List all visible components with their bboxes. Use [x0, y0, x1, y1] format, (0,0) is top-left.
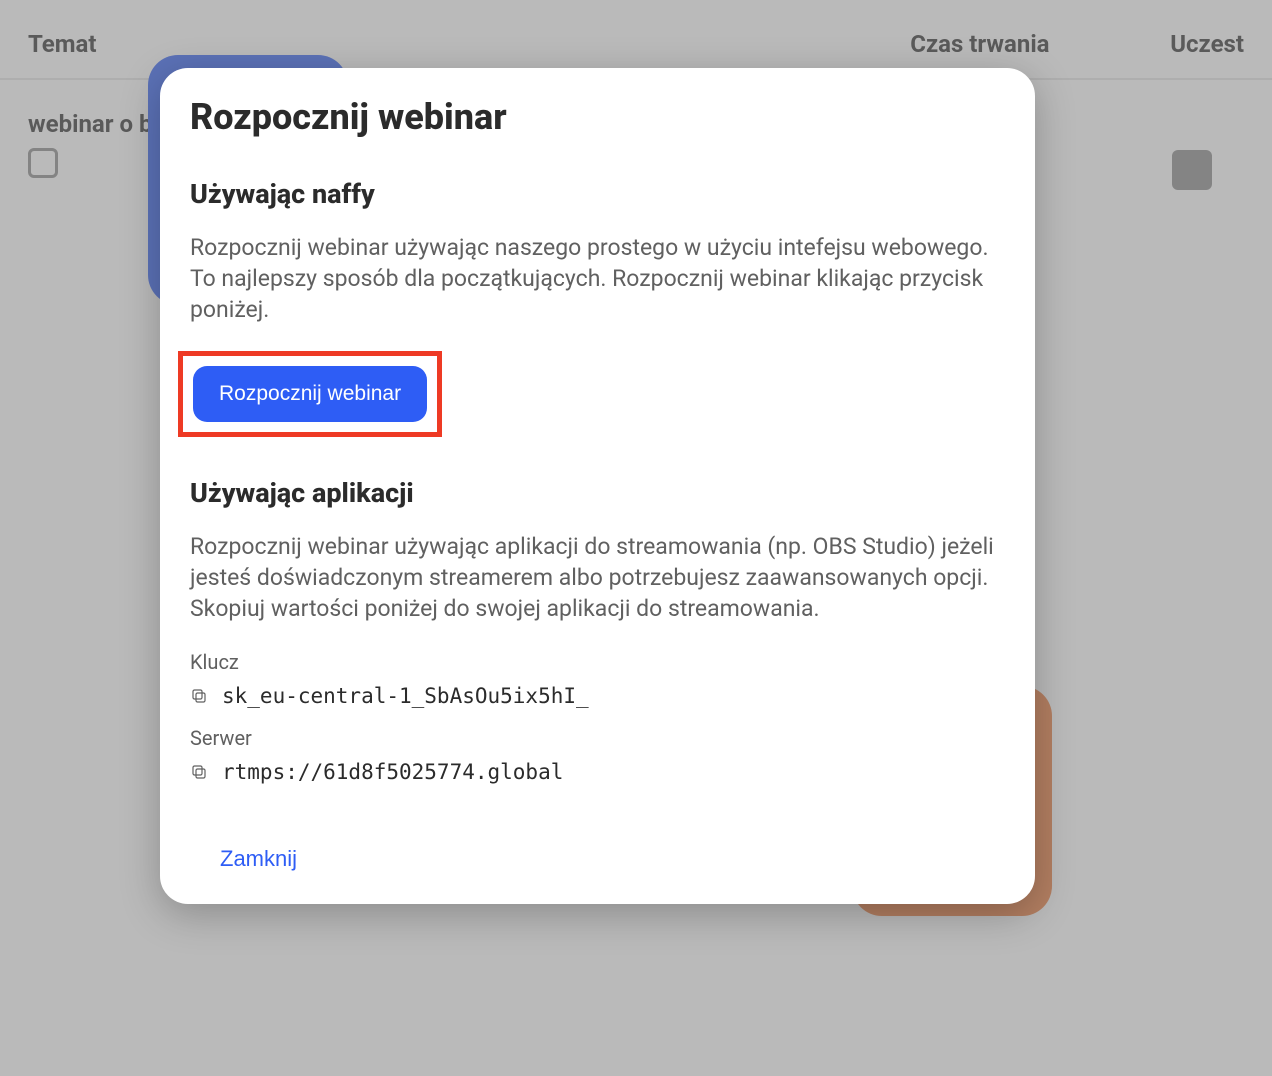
stream-key-row: sk_eu-central-1_SbAsOu5ix5hI_ — [190, 684, 1005, 708]
copy-icon[interactable] — [190, 687, 208, 705]
modal-title: Rozpocznij webinar — [190, 96, 1005, 138]
section-app-description: Rozpocznij webinar używając aplikacji do… — [190, 531, 1005, 624]
section-naffy-description: Rozpocznij webinar używając naszego pros… — [190, 232, 1005, 325]
start-webinar-button[interactable]: Rozpocznij webinar — [193, 366, 427, 422]
stream-key-label: Klucz — [190, 650, 1005, 674]
copy-icon[interactable] — [190, 763, 208, 781]
start-webinar-modal: Rozpocznij webinar Używając naffy Rozpoc… — [160, 68, 1035, 904]
stream-server-label: Serwer — [190, 726, 1005, 750]
stream-server-value: rtmps://61d8f5025774.global — [222, 760, 563, 784]
stream-key-value: sk_eu-central-1_SbAsOu5ix5hI_ — [222, 684, 589, 708]
stream-server-row: rtmps://61d8f5025774.global — [190, 760, 1005, 784]
modal-footer: Zamknij — [190, 838, 1005, 880]
highlight-annotation: Rozpocznij webinar — [178, 351, 442, 437]
close-button[interactable]: Zamknij — [220, 838, 297, 880]
section-app-heading: Używając aplikacji — [190, 477, 1005, 509]
section-naffy-heading: Używając naffy — [190, 178, 1005, 210]
